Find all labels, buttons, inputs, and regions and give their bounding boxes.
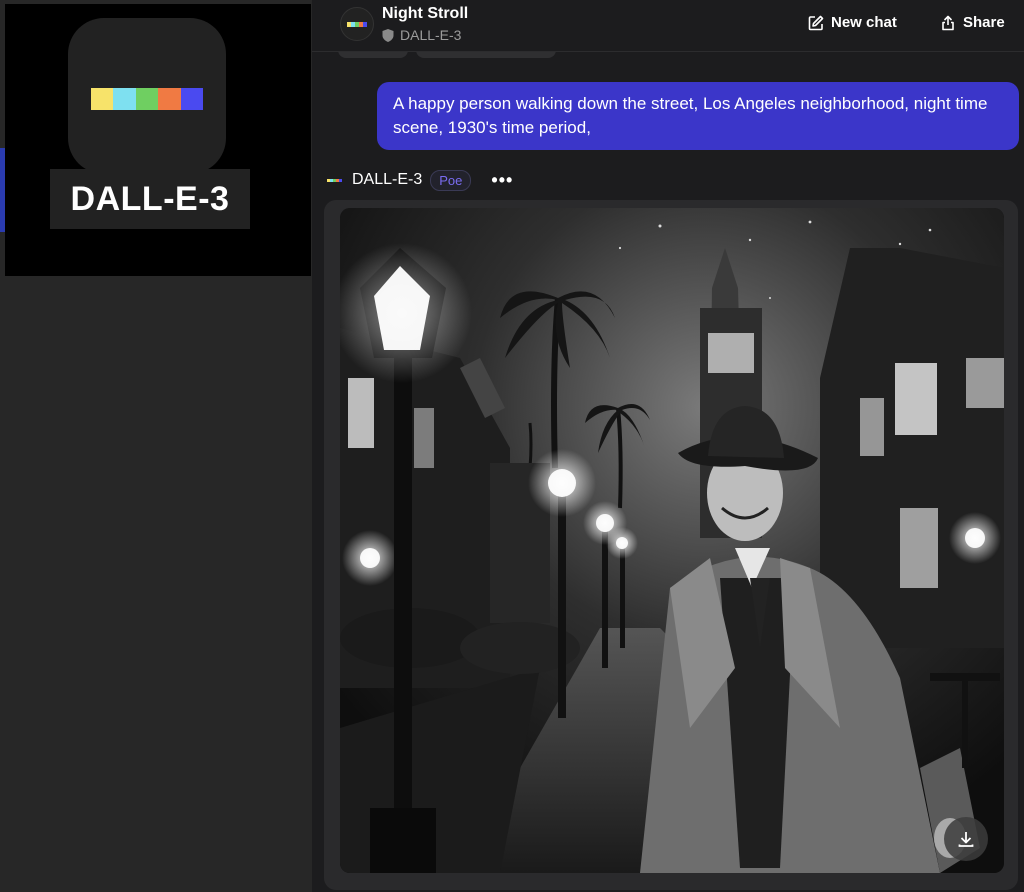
shield-icon	[382, 28, 394, 42]
bot-avatar-small[interactable]	[324, 170, 344, 190]
bot-preview-label: DALL-E-3	[50, 169, 250, 229]
left-pane: DALL-E-3	[0, 0, 312, 892]
download-icon	[958, 832, 974, 847]
bot-subtitle-name: DALL-E-3	[400, 27, 462, 43]
bot-logo-icon	[326, 178, 342, 182]
user-message: A happy person walking down the street, …	[377, 82, 1019, 150]
bot-preview-name: DALL-E-3	[70, 179, 230, 218]
generated-image[interactable]	[340, 208, 1004, 873]
night-street-illustration	[340, 208, 1004, 873]
bot-subtitle[interactable]: DALL-E-3	[382, 27, 461, 43]
new-chat-button[interactable]: New chat	[808, 14, 897, 31]
download-button[interactable]	[944, 817, 988, 861]
logo-bar	[158, 88, 181, 110]
share-icon	[942, 15, 954, 30]
more-options-button[interactable]: •••	[491, 170, 513, 191]
bot-logo-icon	[91, 88, 203, 110]
bot-message-header: DALL-E-3 Poe •••	[324, 168, 513, 192]
provider-badge: Poe	[430, 169, 472, 191]
logo-bar	[135, 88, 159, 110]
user-message-text: A happy person walking down the street, …	[393, 94, 988, 137]
bot-logo-icon	[347, 21, 367, 27]
bot-avatar[interactable]	[340, 7, 374, 41]
new-chat-label: New chat	[831, 14, 897, 31]
chat-main: Night Stroll DALL-E-3 New chat Share A h…	[312, 0, 1024, 892]
share-label: Share	[963, 14, 1005, 31]
chat-header: Night Stroll DALL-E-3 New chat Share	[312, 0, 1024, 52]
chat-title: Night Stroll	[382, 5, 469, 22]
bot-message	[324, 200, 1018, 890]
bot-preview-card: DALL-E-3	[5, 4, 311, 276]
logo-bar	[180, 88, 203, 110]
bot-name[interactable]: DALL-E-3	[352, 171, 422, 189]
edit-icon	[808, 15, 824, 30]
share-button[interactable]: Share	[940, 14, 1005, 31]
logo-bar	[113, 88, 136, 110]
logo-bar	[91, 88, 114, 110]
